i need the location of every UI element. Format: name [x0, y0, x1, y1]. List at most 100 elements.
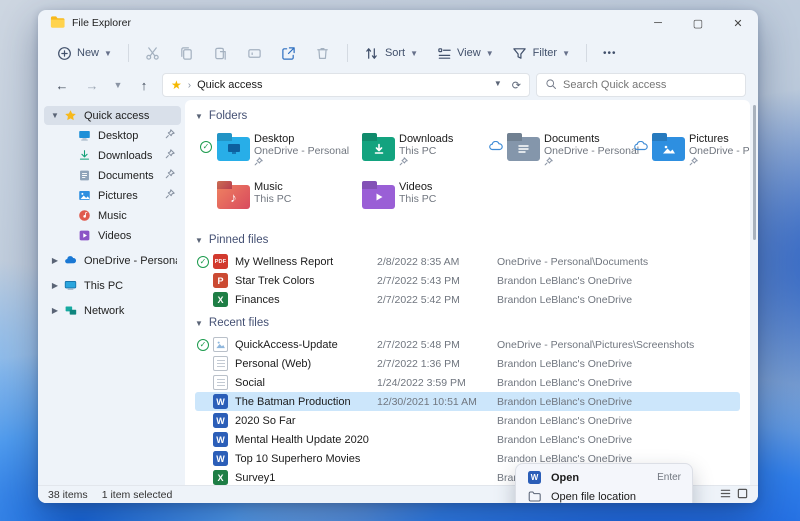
pin-icon: [399, 157, 408, 169]
file-row[interactable]: Personal (Web) 2/7/2022 1:36 PM Brandon …: [195, 354, 740, 373]
refresh-icon[interactable]: ⟳: [512, 79, 521, 92]
vertical-scrollbar[interactable]: [753, 105, 756, 240]
address-dropdown-icon[interactable]: ▼: [494, 79, 502, 92]
chevron-right-icon[interactable]: ▶: [48, 256, 62, 265]
sidebar-item-label: Documents: [98, 169, 154, 182]
see-more-button[interactable]: •••: [595, 43, 625, 64]
file-row[interactable]: X Finances 2/7/2022 5:42 PM Brandon LeBl…: [195, 290, 740, 309]
music-icon: [76, 209, 92, 223]
large-icons-view-icon[interactable]: [737, 488, 748, 502]
search-input[interactable]: [563, 79, 737, 91]
close-button[interactable]: ✕: [718, 10, 758, 36]
folder-tile-pictures[interactable]: Pictures OneDrive - Personal: [632, 130, 750, 172]
sync-complete-icon: ✓: [197, 255, 209, 268]
folder-location: This PC: [254, 193, 292, 205]
chevron-right-icon[interactable]: ▶: [48, 281, 62, 290]
navigation-pane: ▼ Quick access Desktop Downloads Documen…: [38, 100, 185, 485]
cut-button[interactable]: [137, 40, 169, 66]
share-button[interactable]: [273, 40, 305, 66]
context-menu-item-open[interactable]: W Open Enter: [520, 468, 688, 487]
file-row[interactable]: W 2020 So Far Brandon LeBlanc's OneDrive: [195, 411, 740, 430]
rename-button[interactable]: [239, 40, 271, 66]
file-name: Survey1: [235, 471, 276, 484]
pinned-files-section-header[interactable]: ▼ Pinned files: [195, 230, 740, 250]
sidebar-item-downloads[interactable]: Downloads: [58, 146, 181, 165]
folder-location: This PC: [399, 145, 437, 157]
sidebar-item-this-pc[interactable]: ▶ This PC: [44, 276, 181, 295]
music-folder-icon: ♪: [217, 185, 250, 209]
sort-button[interactable]: Sort ▼: [356, 40, 426, 66]
word-file-icon: W: [213, 432, 228, 447]
chevron-down-icon[interactable]: ▼: [48, 111, 62, 120]
details-view-icon[interactable]: [720, 488, 731, 502]
copy-button[interactable]: [171, 40, 203, 66]
word-file-icon: W: [528, 471, 541, 484]
folder-name: Pictures: [689, 133, 729, 145]
excel-file-icon: X: [213, 470, 228, 485]
folder-tile-videos[interactable]: Videos This PC: [342, 178, 479, 220]
sidebar-item-quick-access[interactable]: ▼ Quick access: [44, 106, 181, 125]
paste-icon: [213, 45, 229, 61]
sidebar-item-label: Downloads: [98, 149, 153, 162]
file-row[interactable]: P Star Trek Colors 2/7/2022 5:43 PM Bran…: [195, 271, 740, 290]
folder-location: OneDrive - Personal: [544, 145, 640, 157]
sidebar-item-pictures[interactable]: Pictures: [58, 186, 181, 205]
window-title: File Explorer: [72, 17, 131, 29]
up-button[interactable]: ↑: [132, 73, 156, 97]
folder-tile-desktop[interactable]: ✓ Desktop OneDrive - Personal: [197, 130, 349, 172]
pdf-file-icon: PDF: [213, 254, 228, 269]
file-date: 2/7/2022 5:43 PM: [377, 274, 460, 287]
file-location: Brandon LeBlanc's OneDrive: [497, 414, 633, 427]
rename-icon: [247, 45, 263, 61]
sidebar-item-network[interactable]: ▶ Network: [44, 301, 181, 320]
chevron-right-icon[interactable]: ▶: [48, 306, 62, 315]
word-file-icon: W: [213, 394, 228, 409]
paste-button[interactable]: [205, 40, 237, 66]
file-location: Brandon LeBlanc's OneDrive: [497, 274, 633, 287]
breadcrumb[interactable]: Quick access: [197, 79, 262, 91]
maximize-button[interactable]: ▢: [678, 10, 718, 36]
file-name: Social: [235, 376, 265, 389]
search-box[interactable]: [536, 73, 746, 97]
folder-name: Downloads: [399, 133, 454, 145]
file-row[interactable]: Social 1/24/2022 3:59 PM Brandon LeBlanc…: [195, 373, 740, 392]
onedrive-cloud-icon: [62, 254, 78, 268]
sort-icon: [364, 45, 380, 61]
file-row-selected[interactable]: W The Batman Production 12/30/2021 10:51…: [195, 392, 740, 411]
sidebar-item-label: Network: [84, 304, 125, 317]
chevron-down-icon: ▼: [104, 48, 112, 58]
word-file-icon: W: [213, 451, 228, 466]
sidebar-item-music[interactable]: Music: [58, 206, 181, 225]
sidebar-item-documents[interactable]: Documents: [58, 166, 181, 185]
file-name: Star Trek Colors: [235, 274, 315, 287]
folder-tile-downloads[interactable]: Downloads This PC: [342, 130, 479, 172]
sidebar-item-label: Quick access: [84, 109, 150, 122]
share-icon: [281, 45, 297, 61]
pin-icon: [544, 157, 553, 169]
folder-tile-music[interactable]: ♪ Music This PC: [197, 178, 334, 220]
delete-button[interactable]: [307, 40, 339, 66]
file-date: 2/8/2022 8:35 AM: [377, 255, 460, 268]
file-row[interactable]: ✓ PDF My Wellness Report 2/8/2022 8:35 A…: [195, 252, 740, 271]
sidebar-item-videos[interactable]: Videos: [58, 226, 181, 245]
back-button[interactable]: ←: [50, 73, 74, 97]
sidebar-item-onedrive[interactable]: ▶ OneDrive - Personal: [44, 251, 181, 270]
new-button[interactable]: New ▼: [48, 40, 120, 66]
folder-tile-documents[interactable]: Documents OneDrive - Personal: [487, 130, 640, 172]
selected-count: 1 item selected: [101, 488, 173, 501]
chevron-down-icon: ▼: [485, 48, 494, 58]
minimize-button[interactable]: ─: [638, 10, 678, 36]
folder-icon: [527, 490, 542, 503]
folders-section-header[interactable]: ▼ Folders: [195, 106, 740, 126]
file-row[interactable]: W Mental Health Update 2020 Brandon LeBl…: [195, 430, 740, 449]
sidebar-item-desktop[interactable]: Desktop: [58, 126, 181, 145]
app-folder-icon: [50, 15, 65, 31]
filter-button[interactable]: Filter ▼: [504, 40, 578, 66]
view-button[interactable]: View ▼: [428, 40, 502, 66]
context-menu-item-open-file-location[interactable]: Open file location: [520, 487, 688, 503]
file-row[interactable]: ✓ QuickAccess-Update 2/7/2022 5:48 PM On…: [195, 335, 740, 354]
forward-button[interactable]: →: [80, 73, 104, 97]
address-box[interactable]: ★ › Quick access ▼ ⟳: [162, 73, 530, 97]
recent-files-section-header[interactable]: ▼ Recent files: [195, 313, 740, 333]
recent-locations-button[interactable]: ▼: [110, 73, 126, 97]
